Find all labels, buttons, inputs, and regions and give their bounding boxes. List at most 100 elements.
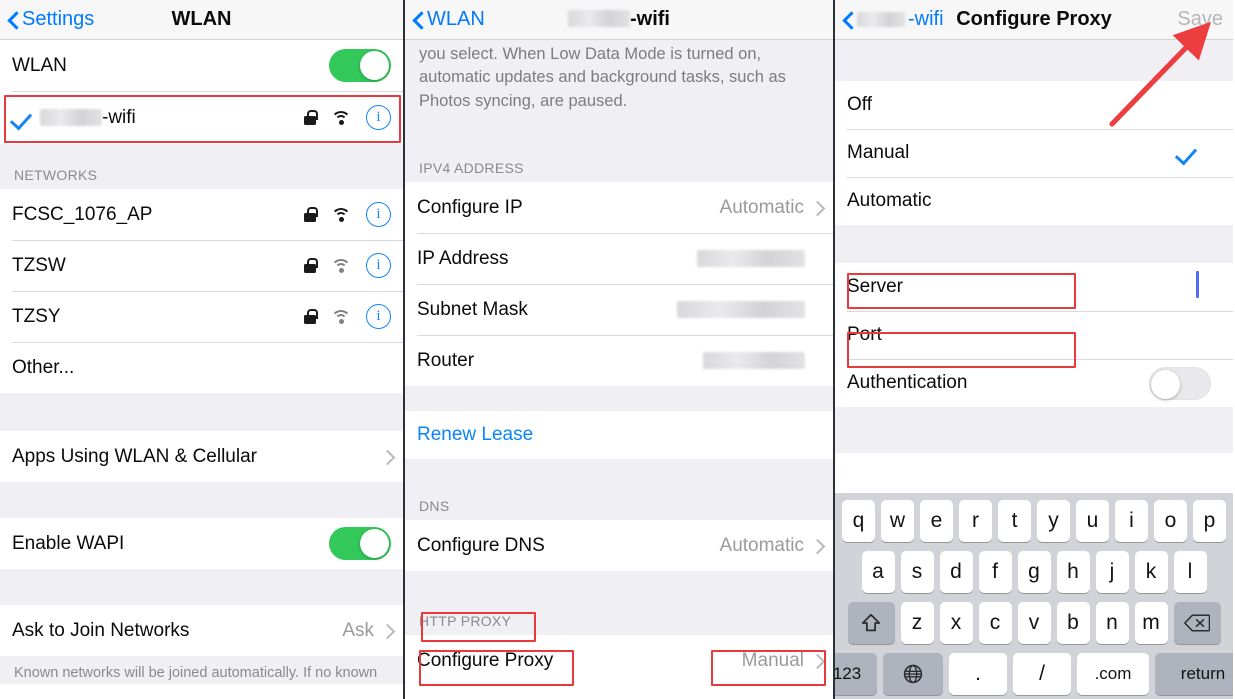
key-n[interactable]: n (1095, 602, 1129, 644)
chevron-left-icon (843, 11, 854, 29)
key-w[interactable]: w (881, 500, 914, 542)
key-b[interactable]: b (1056, 602, 1090, 644)
configure-proxy-label: Configure Proxy (417, 649, 554, 671)
back-to-settings-button[interactable]: Settings (0, 8, 94, 31)
wlan-toggle[interactable] (329, 49, 391, 82)
key-z[interactable]: z (900, 602, 934, 644)
chevron-left-icon (8, 11, 19, 29)
configure-ip-row[interactable]: Configure IP Automatic (405, 182, 833, 233)
key-e[interactable]: e (920, 500, 953, 542)
back-to-network-button[interactable]: -wifi (835, 8, 944, 31)
proxy-mode-label: Off (847, 94, 872, 115)
key-r[interactable]: r (959, 500, 992, 542)
key-s[interactable]: s (900, 551, 934, 593)
enable-wapi-toggle[interactable] (329, 527, 391, 560)
router-value-wrap (703, 352, 821, 369)
globe-icon[interactable] (883, 653, 943, 695)
back-to-wlan-button[interactable]: WLAN (405, 8, 485, 31)
configure-dns-value-wrap: Automatic (720, 535, 821, 557)
wifi-icon (331, 110, 351, 125)
network-row-icons: i (304, 304, 391, 329)
key-return[interactable]: return (1155, 653, 1233, 695)
key-f[interactable]: f (978, 551, 1012, 593)
ask-to-join-label: Ask to Join Networks (12, 619, 190, 641)
wifi-icon (331, 207, 351, 222)
section-gap (835, 225, 1233, 263)
key-c[interactable]: c (978, 602, 1012, 644)
network-row-fcsc[interactable]: FCSC_1076_AP i (0, 189, 403, 240)
proxy-mode-manual-row[interactable]: Manual (835, 129, 1233, 177)
configure-dns-row[interactable]: Configure DNS Automatic (405, 520, 833, 571)
section-gap (405, 571, 833, 602)
key-p[interactable]: p (1193, 500, 1226, 542)
back-button-label: Settings (22, 8, 95, 30)
key-g[interactable]: g (1017, 551, 1051, 593)
key-period[interactable]: . (949, 653, 1007, 695)
network-name-redacted (857, 12, 905, 27)
subnet-mask-value-redacted (677, 301, 805, 318)
shift-icon[interactable] (847, 602, 895, 644)
section-gap (835, 407, 1233, 453)
enable-wapi-row[interactable]: Enable WAPI (0, 518, 403, 569)
info-icon[interactable]: i (366, 105, 391, 130)
proxy-mode-automatic-row[interactable]: Automatic (835, 177, 1233, 225)
toggle-knob (360, 51, 389, 80)
key-u[interactable]: u (1076, 500, 1109, 542)
server-field-row[interactable]: Server (835, 263, 1233, 311)
router-label: Router (417, 349, 475, 371)
wlan-toggle-label: WLAN (12, 54, 67, 76)
network-row-other[interactable]: Other... (0, 342, 403, 393)
key-slash[interactable]: / (1013, 653, 1071, 695)
save-button[interactable]: Save (1177, 8, 1233, 31)
wlan-toggle-row[interactable]: WLAN (0, 40, 403, 91)
backspace-icon[interactable] (1173, 602, 1221, 644)
renew-lease-row[interactable]: Renew Lease (405, 411, 833, 459)
key-numbers[interactable]: 123 (835, 653, 877, 695)
authentication-toggle[interactable] (1149, 366, 1211, 400)
key-y[interactable]: y (1037, 500, 1070, 542)
http-proxy-section-header: HTTP PROXY (405, 602, 833, 635)
connected-network-row[interactable]: -wifi i (0, 91, 403, 144)
onscreen-keyboard: q w e r t y u i o p a s d f g h j k l z … (835, 493, 1233, 699)
key-q[interactable]: q (842, 500, 875, 542)
key-m[interactable]: m (1134, 602, 1168, 644)
info-icon[interactable]: i (366, 304, 391, 329)
key-j[interactable]: j (1095, 551, 1129, 593)
authentication-label: Authentication (847, 372, 968, 393)
configure-proxy-row[interactable]: Configure Proxy Manual (405, 635, 833, 686)
apps-using-wlan-row[interactable]: Apps Using WLAN & Cellular (0, 431, 403, 482)
key-a[interactable]: a (861, 551, 895, 593)
network-row-icons: i (304, 105, 391, 130)
wifi-icon (331, 258, 351, 273)
key-l[interactable]: l (1173, 551, 1207, 593)
port-field-row[interactable]: Port (835, 311, 1233, 359)
key-dotcom[interactable]: .com (1077, 653, 1149, 695)
checkmark-icon (12, 107, 34, 129)
network-row-tzsy[interactable]: TZSY i (0, 291, 403, 342)
key-k[interactable]: k (1134, 551, 1168, 593)
ip-address-value-redacted (697, 250, 805, 267)
ip-address-row: IP Address (405, 233, 833, 284)
left-navbar: Settings WLAN (0, 0, 403, 40)
key-t[interactable]: t (998, 500, 1031, 542)
network-name-redacted (568, 10, 630, 27)
ask-to-join-footnote: Known networks will be joined automatica… (0, 656, 403, 684)
key-x[interactable]: x (939, 602, 973, 644)
network-name-redacted (40, 109, 102, 126)
ask-to-join-row[interactable]: Ask to Join Networks Ask (0, 605, 403, 656)
intro-text: over your cellular network or specific W… (419, 44, 786, 110)
server-input[interactable] (1196, 271, 1221, 303)
info-icon[interactable]: i (366, 253, 391, 278)
authentication-row[interactable]: Authentication (835, 359, 1233, 407)
key-d[interactable]: d (939, 551, 973, 593)
proxy-mode-off-row[interactable]: Off (835, 81, 1233, 129)
info-icon[interactable]: i (366, 202, 391, 227)
key-i[interactable]: i (1115, 500, 1148, 542)
chevron-right-icon (812, 538, 821, 554)
page-title-suffix: -wifi (630, 8, 670, 30)
network-row-tzsw[interactable]: TZSW i (0, 240, 403, 291)
key-o[interactable]: o (1154, 500, 1187, 542)
key-h[interactable]: h (1056, 551, 1090, 593)
key-v[interactable]: v (1017, 602, 1051, 644)
network-name: TZSW (12, 254, 66, 276)
